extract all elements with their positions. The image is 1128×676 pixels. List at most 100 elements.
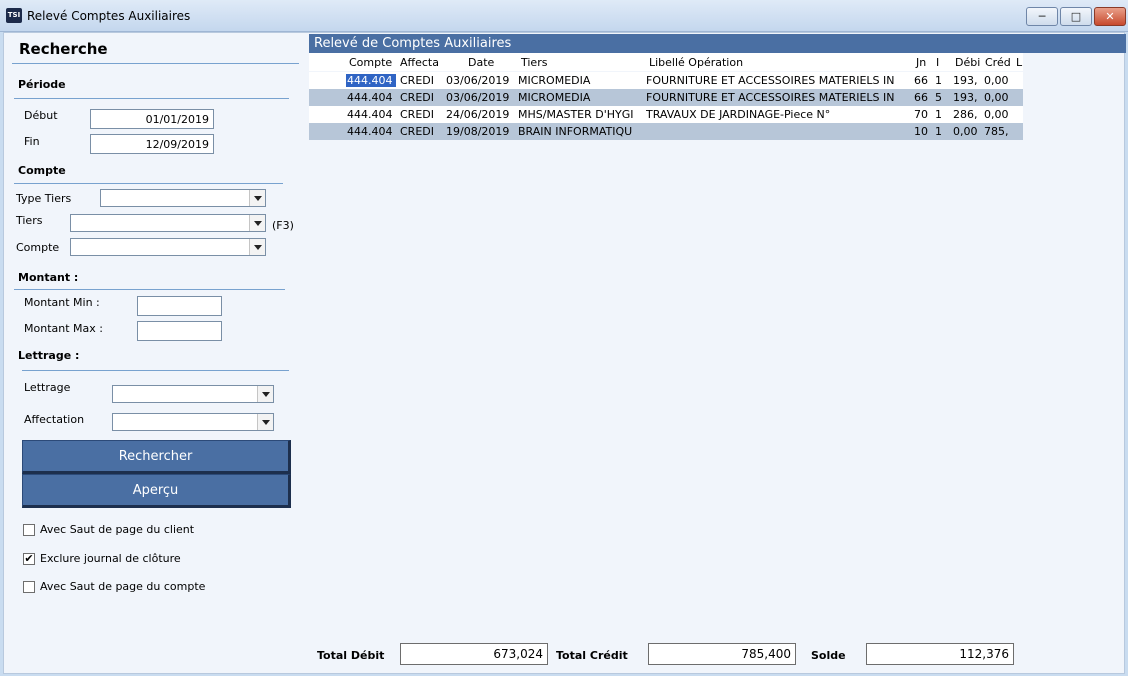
solde-field[interactable]: 112,376 [866, 643, 1014, 665]
type-tiers-select[interactable] [100, 189, 266, 207]
column-header[interactable]: Libellé Opération [649, 56, 743, 69]
maximize-button[interactable]: □ [1060, 7, 1092, 26]
table-cell[interactable]: 0,00 [984, 74, 1014, 87]
table-cell[interactable]: 444.404 [347, 125, 397, 138]
column-header[interactable]: L [1016, 56, 1022, 69]
divider [14, 98, 289, 99]
table-cell[interactable]: 1 [935, 108, 949, 121]
affectation-select[interactable] [112, 413, 274, 431]
divider [14, 183, 283, 184]
rechercher-button[interactable]: Rechercher [22, 440, 291, 474]
saut-page-client-label: Avec Saut de page du client [40, 523, 195, 536]
table-cell[interactable]: 785, [984, 125, 1014, 138]
table-cell[interactable]: 444.404 [346, 74, 396, 87]
table-cell[interactable]: FOURNITURE ET ACCESSOIRES MATERIELS IN [646, 74, 912, 87]
table-cell[interactable]: 66 [914, 74, 932, 87]
divider [14, 289, 285, 290]
lettrage-heading: Lettrage : [18, 349, 80, 362]
table-cell[interactable]: 193, [953, 91, 981, 104]
table-cell[interactable]: MICROMEDIA [518, 91, 642, 104]
column-header[interactable]: Date [468, 56, 494, 69]
type-tiers-label: Type Tiers [16, 192, 72, 205]
total-credit-field[interactable]: 785,400 [648, 643, 796, 665]
column-header[interactable]: Débi [955, 56, 980, 69]
table-cell[interactable]: 10 [914, 125, 932, 138]
table-cell[interactable]: 24/06/2019 [446, 108, 516, 121]
periode-heading: Période [18, 78, 66, 91]
chevron-down-icon[interactable] [249, 215, 265, 231]
table-cell[interactable]: 1 [935, 74, 949, 87]
montant-min-label: Montant Min : [24, 296, 100, 309]
exclure-journal-checkbox[interactable]: ✔ [23, 553, 35, 565]
total-credit-label: Total Crédit [556, 649, 628, 662]
table-cell[interactable]: 444.404 [347, 91, 397, 104]
affectation-label: Affectation [24, 413, 85, 426]
divider [12, 63, 299, 64]
lettrage-select[interactable] [112, 385, 274, 403]
montant-max-input[interactable] [137, 321, 222, 341]
table-cell[interactable]: 0,00 [984, 108, 1014, 121]
chevron-down-icon[interactable] [257, 414, 273, 430]
table-cell[interactable]: 5 [935, 91, 949, 104]
table-cell[interactable]: FOURNITURE ET ACCESSOIRES MATERIELS IN [646, 91, 912, 104]
close-icon: ✕ [1105, 10, 1115, 23]
table-row[interactable]: 444.404 CREDI 19/08/2019 BRAIN INFORMATI… [309, 123, 1023, 140]
montant-heading: Montant : [18, 271, 79, 284]
chevron-down-icon[interactable] [249, 239, 265, 255]
grid-header: Compte Affecta Date Tiers Libellé Opérat… [309, 53, 1023, 71]
compte-select[interactable] [70, 238, 266, 256]
checkmark-icon: ✔ [24, 552, 34, 565]
table-cell[interactable]: 19/08/2019 [446, 125, 516, 138]
column-header[interactable]: Jn [916, 56, 926, 69]
table-cell[interactable]: 193, [953, 74, 981, 87]
apercu-button[interactable]: Aperçu [22, 474, 291, 508]
fin-date-field[interactable]: 12/09/2019 [90, 134, 214, 154]
table-cell[interactable]: CREDI [400, 108, 444, 121]
table-cell[interactable]: CREDI [400, 91, 444, 104]
debut-date-field[interactable]: 01/01/2019 [90, 109, 214, 129]
column-header[interactable]: Affecta [400, 56, 439, 69]
compte-heading: Compte [18, 164, 66, 177]
compte-label: Compte [16, 241, 60, 254]
column-header[interactable]: I [936, 56, 939, 69]
table-cell[interactable]: BRAIN INFORMATIQU [518, 125, 642, 138]
tiers-shortcut-hint: (F3) [272, 219, 294, 232]
column-header[interactable]: Créd [985, 56, 1011, 69]
table-cell[interactable]: 03/06/2019 [446, 91, 516, 104]
table-cell[interactable]: TRAVAUX DE JARDINAGE-Piece N° [646, 108, 912, 121]
table-cell[interactable]: 66 [914, 91, 932, 104]
saut-page-client-checkbox[interactable] [23, 524, 35, 536]
table-cell[interactable]: 1 [935, 125, 949, 138]
lettrage-label: Lettrage [24, 381, 71, 394]
table-cell[interactable]: 444.404 [347, 108, 397, 121]
montant-min-input[interactable] [137, 296, 222, 316]
grid-title: Relevé de Comptes Auxiliaires [309, 34, 1126, 53]
table-cell[interactable]: CREDI [400, 125, 444, 138]
table-cell[interactable]: 286, [953, 108, 981, 121]
table-cell[interactable]: 70 [914, 108, 932, 121]
total-debit-field[interactable]: 673,024 [400, 643, 548, 665]
column-header[interactable]: Tiers [521, 56, 547, 69]
app-logo-icon: TSI [6, 8, 22, 23]
table-cell[interactable]: CREDI [400, 74, 444, 87]
table-cell[interactable]: MHS/MASTER D'HYGI [518, 108, 642, 121]
table-row[interactable]: 444.404 CREDI 24/06/2019 MHS/MASTER D'HY… [309, 106, 1023, 123]
divider [22, 370, 289, 371]
table-row[interactable]: 444.404 CREDI 03/06/2019 MICROMEDIA FOUR… [309, 72, 1023, 89]
table-cell[interactable]: 0,00 [953, 125, 981, 138]
table-cell[interactable]: 0,00 [984, 91, 1014, 104]
column-header[interactable]: Compte [349, 56, 392, 69]
close-button[interactable]: ✕ [1094, 7, 1126, 26]
table-cell[interactable]: 03/06/2019 [446, 74, 516, 87]
total-debit-label: Total Débit [317, 649, 385, 662]
saut-page-compte-checkbox[interactable] [23, 581, 35, 593]
minimize-button[interactable]: ─ [1026, 7, 1058, 26]
chevron-down-icon[interactable] [257, 386, 273, 402]
tiers-select[interactable] [70, 214, 266, 232]
chevron-down-icon[interactable] [249, 190, 265, 206]
maximize-icon: □ [1070, 10, 1082, 23]
main-window-client: Recherche Période Début 01/01/2019 Fin 1… [3, 32, 1126, 674]
table-cell[interactable]: MICROMEDIA [518, 74, 642, 87]
solde-label: Solde [811, 649, 846, 662]
table-row[interactable]: 444.404 CREDI 03/06/2019 MICROMEDIA FOUR… [309, 89, 1023, 106]
